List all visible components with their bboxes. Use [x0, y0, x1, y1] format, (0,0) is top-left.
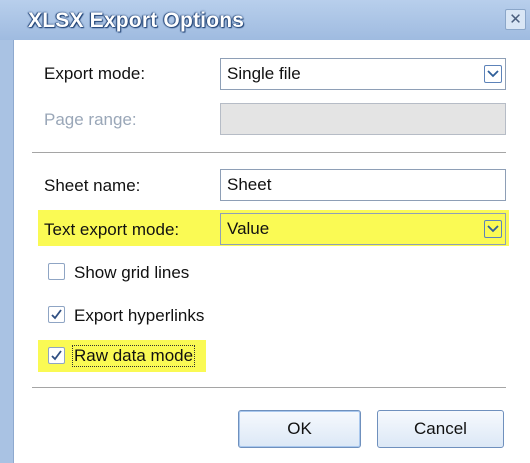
chevron-down-icon — [484, 220, 502, 238]
raw-data-mode-label[interactable]: Raw data mode — [71, 345, 196, 367]
checkmark-icon — [51, 309, 62, 320]
ok-button[interactable]: OK — [238, 410, 361, 448]
show-grid-lines-checkbox[interactable] — [48, 263, 65, 280]
text-export-mode-select[interactable]: Value — [220, 213, 506, 245]
export-hyperlinks-checkbox[interactable] — [48, 306, 65, 323]
sheet-name-input[interactable]: Sheet — [220, 169, 506, 201]
sheet-name-label: Sheet name: — [44, 176, 141, 195]
checkmark-icon — [51, 350, 62, 361]
export-options-dialog: XLSX Export Options ✕ Export mode: Singl… — [0, 0, 530, 463]
raw-data-mode-checkbox[interactable] — [48, 347, 65, 364]
close-icon: ✕ — [509, 11, 522, 28]
show-grid-lines-label[interactable]: Show grid lines — [74, 263, 189, 283]
chevron-down-icon — [484, 65, 502, 83]
separator — [32, 387, 506, 388]
export-hyperlinks-label[interactable]: Export hyperlinks — [74, 306, 204, 326]
export-mode-value: Single file — [227, 64, 301, 83]
separator — [32, 152, 506, 153]
sheet-name-value: Sheet — [227, 175, 272, 194]
close-button[interactable]: ✕ — [505, 9, 526, 30]
export-mode-label: Export mode: — [44, 64, 146, 83]
page-range-input — [220, 103, 506, 135]
text-export-mode-label: Text export mode: — [44, 220, 180, 239]
title-bar[interactable]: XLSX Export Options ✕ — [0, 0, 530, 40]
text-export-mode-value: Value — [227, 219, 270, 238]
dialog-title: XLSX Export Options — [28, 9, 245, 32]
page-range-label: Page range: — [44, 110, 137, 129]
export-mode-select[interactable]: Single file — [220, 58, 506, 90]
cancel-button[interactable]: Cancel — [377, 410, 504, 448]
